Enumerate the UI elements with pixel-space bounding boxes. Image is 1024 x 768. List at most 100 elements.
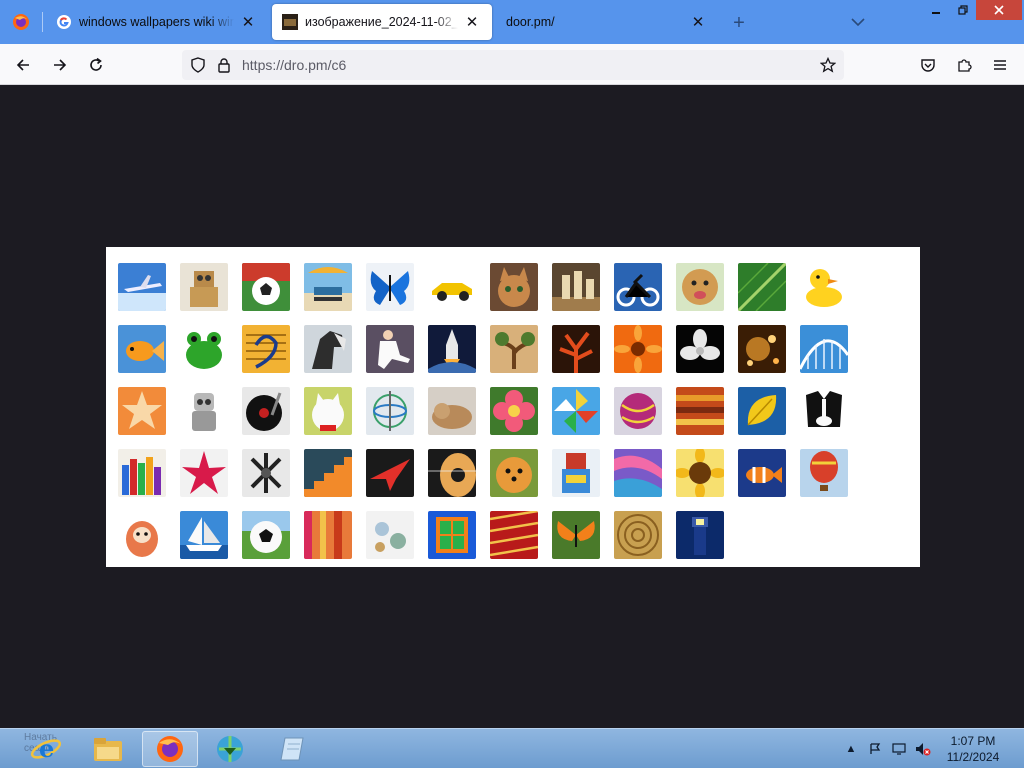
pocket-button[interactable] — [913, 50, 943, 80]
google-icon — [56, 14, 72, 30]
page-viewport — [0, 85, 1024, 728]
close-tab-icon[interactable]: ✕ — [688, 12, 708, 32]
thumbnail-airplane[interactable] — [118, 263, 166, 311]
taskbar-notes[interactable] — [266, 731, 322, 767]
thumbnail-sparkles[interactable] — [738, 325, 786, 373]
thumbnail-sunflower[interactable] — [676, 449, 724, 497]
system-clock[interactable]: 1:07 PM 11/2/2024 — [940, 733, 1006, 765]
minimize-icon — [932, 12, 940, 14]
thumbnail-frog[interactable] — [180, 325, 228, 373]
tab-door[interactable]: door.pm/ ✕ — [496, 4, 718, 40]
thumbnail-sailboat[interactable] — [180, 511, 228, 559]
close-tab-icon[interactable]: ✕ — [238, 12, 258, 32]
volume-muted-icon[interactable] — [914, 740, 932, 758]
thumbnail-hot-air-balloon[interactable] — [800, 449, 848, 497]
thumbnail-soccer-ball[interactable] — [242, 263, 290, 311]
internet-explorer-icon: e — [30, 734, 62, 763]
show-hidden-icons-icon[interactable]: ▲ — [842, 740, 860, 758]
new-tab-button[interactable]: + — [726, 10, 752, 36]
thumbnail-striped-fabric[interactable] — [304, 511, 352, 559]
thumbnail-guitar[interactable] — [428, 449, 476, 497]
thumbnail-fabric[interactable] — [676, 387, 724, 435]
thumbnail-crayons[interactable] — [118, 449, 166, 497]
taskbar: Начать сеанс e ▲ 1:07 PM 11/2/2024 — [0, 728, 1024, 768]
url-text[interactable]: https://dro.pm/c6 — [242, 57, 346, 73]
thumbnail-dirt-bike[interactable] — [614, 263, 662, 311]
thumbnail-border-collie[interactable] — [800, 387, 848, 435]
system-tray: ▲ — [842, 739, 932, 759]
network-icon[interactable] — [890, 740, 908, 758]
thumbnail-clownfish[interactable] — [738, 449, 786, 497]
thumbnail-roller-coaster[interactable] — [800, 325, 848, 373]
close-window-button[interactable] — [976, 0, 1022, 20]
thumbnail-pink-flower[interactable] — [490, 387, 538, 435]
tab-windows-wallpapers[interactable]: windows wallpapers wiki windo ✕ — [46, 4, 268, 40]
thumbnail-wicker[interactable] — [614, 511, 662, 559]
tab-image[interactable]: изображение_2024-11-02_1839 ✕ — [272, 4, 492, 40]
extensions-button[interactable] — [949, 50, 979, 80]
thumbnail-karate[interactable] — [366, 325, 414, 373]
thumbnail-lucky-cat[interactable] — [304, 387, 352, 435]
tab-strip: windows wallpapers wiki windo ✕ изображе… — [0, 0, 1024, 44]
thumbnail-robot-toy[interactable] — [180, 387, 228, 435]
thumbnail-beach-chair[interactable] — [304, 263, 352, 311]
thumbnail-star-ornament[interactable] — [180, 449, 228, 497]
reload-button[interactable] — [81, 50, 111, 80]
thumbnail-yellow-leaf[interactable] — [738, 387, 786, 435]
thumbnail-daruma[interactable] — [118, 511, 166, 559]
thumbnail-race-car[interactable] — [428, 263, 476, 311]
thumbnail-robot[interactable] — [180, 263, 228, 311]
thumbnail-silk[interactable] — [614, 449, 662, 497]
tracking-protection-icon[interactable] — [188, 55, 208, 75]
thumbnail-stairs[interactable] — [304, 449, 352, 497]
list-all-tabs-button[interactable] — [846, 10, 870, 34]
thumbnail-lighthouse[interactable] — [676, 511, 724, 559]
tab-title: door.pm/ — [506, 15, 555, 29]
thumbnail-soccer-ball-2[interactable] — [242, 511, 290, 559]
thumbnail-tin-robot[interactable] — [552, 449, 600, 497]
thumbnail-kitten-sleeping[interactable] — [428, 387, 476, 435]
thumbnail-gyroscope[interactable] — [366, 387, 414, 435]
thumbnail-red-textile[interactable] — [490, 511, 538, 559]
thumbnail-starfish[interactable] — [118, 387, 166, 435]
restore-button[interactable] — [950, 0, 976, 20]
thumbnail-paper-crane[interactable] — [366, 449, 414, 497]
back-button[interactable] — [8, 50, 38, 80]
thumbnail-pinwheel[interactable] — [552, 387, 600, 435]
thumbnail-turntable[interactable] — [242, 387, 290, 435]
thumbnail-green-leaf[interactable] — [738, 263, 786, 311]
firefox-view-button[interactable] — [0, 0, 42, 44]
image-gallery-panel — [106, 247, 920, 567]
taskbar-file-explorer[interactable] — [80, 731, 136, 767]
thumbnail-kitten[interactable] — [490, 263, 538, 311]
lock-icon[interactable] — [214, 55, 234, 75]
taskbar-internet-explorer[interactable]: e — [18, 731, 74, 767]
thumbnail-jacks[interactable] — [242, 449, 290, 497]
thumbnail-window[interactable] — [428, 511, 476, 559]
thumbnail-chess[interactable] — [552, 263, 600, 311]
thumbnail-ball[interactable] — [614, 387, 662, 435]
thumbnail-sea-coral[interactable] — [552, 325, 600, 373]
taskbar-firefox[interactable] — [142, 731, 198, 767]
thumbnail-space-shuttle[interactable] — [428, 325, 476, 373]
thumbnail-monarch-butterfly[interactable] — [552, 511, 600, 559]
close-tab-icon[interactable]: ✕ — [462, 12, 482, 32]
thumbnail-marbles[interactable] — [366, 511, 414, 559]
thumbnail-bonsai[interactable] — [490, 325, 538, 373]
thumbnail-pomeranian[interactable] — [490, 449, 538, 497]
thumbnail-golden-retriever[interactable] — [676, 263, 724, 311]
forward-button[interactable] — [45, 50, 75, 80]
minimize-button[interactable] — [922, 0, 950, 20]
address-bar[interactable]: https://dro.pm/c6 — [182, 50, 844, 80]
taskbar-download-manager[interactable] — [202, 731, 258, 767]
thumbnail-bass-clef[interactable] — [242, 325, 290, 373]
thumbnail-rubber-duck[interactable] — [800, 263, 848, 311]
thumbnail-goldfish[interactable] — [118, 325, 166, 373]
bookmark-star-icon[interactable] — [818, 55, 838, 75]
thumbnail-white-flower[interactable] — [676, 325, 724, 373]
thumbnail-orange-daisy[interactable] — [614, 325, 662, 373]
thumbnail-butterfly[interactable] — [366, 263, 414, 311]
action-center-flag-icon[interactable] — [866, 740, 884, 758]
thumbnail-horse[interactable] — [304, 325, 352, 373]
app-menu-button[interactable] — [985, 50, 1015, 80]
